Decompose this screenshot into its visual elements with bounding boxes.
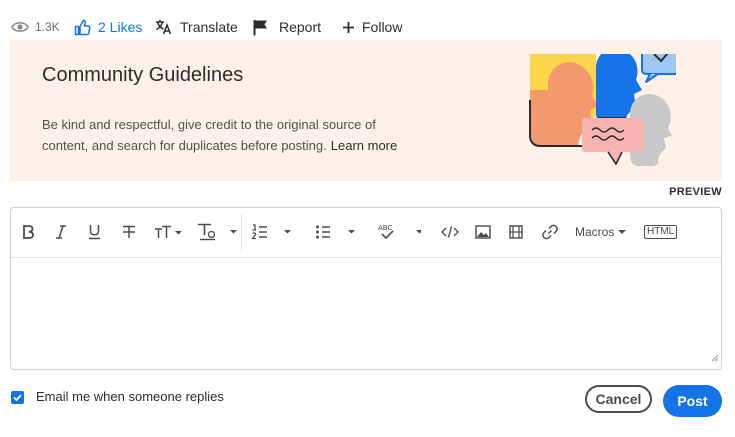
- translate-button[interactable]: Translate: [155, 17, 238, 37]
- code-icon[interactable]: [441, 222, 459, 242]
- macros-label: Macros: [575, 225, 615, 239]
- follow-button[interactable]: Follow: [342, 17, 402, 37]
- html-button[interactable]: HTML: [644, 222, 678, 242]
- community-guidelines-banner: Community Guidelines Be kind and respect…: [10, 33, 722, 181]
- guidelines-text: Be kind and respectful, give credit to t…: [42, 117, 376, 153]
- strikethrough-button[interactable]: [122, 222, 136, 242]
- font-size-dropdown[interactable]: [154, 222, 184, 242]
- toolbar-divider: [241, 214, 242, 251]
- report-label: Report: [279, 19, 322, 35]
- resize-handle[interactable]: [711, 349, 719, 367]
- link-icon[interactable]: [542, 222, 558, 242]
- html-label: HTML: [644, 225, 678, 239]
- numbered-list-dropdown[interactable]: [251, 222, 295, 242]
- reply-footer: Email me when someone replies Cancel Pos…: [0, 380, 735, 430]
- thumbs-up-icon: [74, 19, 91, 36]
- guidelines-title: Community Guidelines: [42, 64, 244, 86]
- editor-toolbar: ABC Macros HTML: [11, 208, 721, 258]
- post-button[interactable]: Post: [663, 385, 722, 417]
- learn-more-link[interactable]: Learn more: [331, 138, 397, 153]
- underline-button[interactable]: [88, 222, 101, 242]
- flag-icon: [253, 19, 268, 36]
- chevron-down-icon: [618, 230, 627, 234]
- video-icon[interactable]: [509, 222, 523, 242]
- macros-dropdown[interactable]: Macros: [575, 222, 627, 242]
- svg-text:ABC: ABC: [378, 224, 392, 232]
- checkmark-icon: [13, 394, 22, 402]
- email-notify-checkbox[interactable]: [11, 391, 24, 404]
- spellcheck-dropdown[interactable]: ABC: [377, 222, 421, 242]
- translate-icon: [155, 19, 172, 35]
- eye-icon: [11, 21, 29, 33]
- italic-button[interactable]: [55, 222, 67, 242]
- likes-label: 2 Likes: [98, 19, 143, 35]
- bold-button[interactable]: [22, 222, 34, 242]
- cancel-button[interactable]: Cancel: [585, 385, 652, 413]
- email-notify-label: Email me when someone replies: [36, 389, 224, 404]
- community-illustration: [526, 33, 687, 197]
- plus-icon: [342, 21, 355, 34]
- bullet-list-dropdown[interactable]: [315, 222, 359, 242]
- report-button[interactable]: Report: [253, 17, 321, 37]
- likes-button[interactable]: 2 Likes: [74, 17, 142, 37]
- clear-format-dropdown[interactable]: [197, 222, 239, 242]
- follow-label: Follow: [362, 19, 403, 35]
- image-icon[interactable]: [475, 222, 491, 242]
- views-value: 1.3K: [35, 20, 60, 34]
- editor-textarea[interactable]: [11, 258, 721, 369]
- reply-editor: ABC Macros HTML: [10, 207, 722, 370]
- guidelines-body: Be kind and respectful, give credit to t…: [42, 114, 422, 156]
- translate-label: Translate: [180, 19, 238, 35]
- views-count: 1.3K: [11, 17, 60, 37]
- preview-link[interactable]: PREVIEW: [669, 186, 722, 198]
